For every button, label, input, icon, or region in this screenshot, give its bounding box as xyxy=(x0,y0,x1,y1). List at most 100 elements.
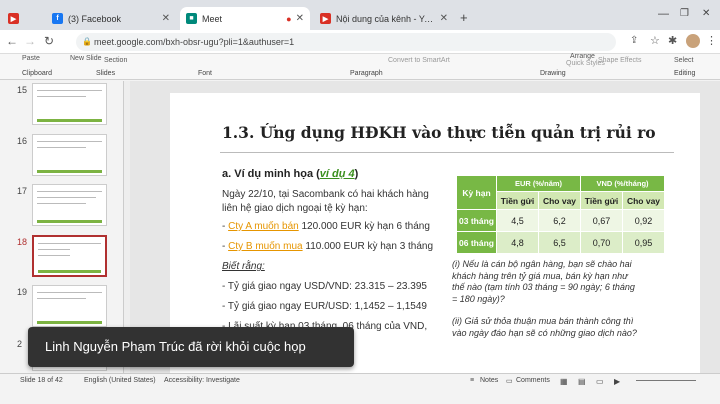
group-editing: Editing xyxy=(674,70,696,77)
tab-facebook[interactable]: f (3) Facebook ✕ xyxy=(46,7,176,30)
question-1-line: thế nào (tạm tính 03 tháng = 90 ngày; 6 … xyxy=(452,282,635,292)
normal-view-icon[interactable]: ▦ xyxy=(560,377,568,386)
language-status[interactable]: English (United States) xyxy=(84,377,156,384)
forward-icon[interactable]: → xyxy=(24,34,36,48)
arrange-button[interactable]: Arrange xyxy=(570,53,595,60)
extensions-icon[interactable]: ✱ xyxy=(668,34,677,47)
convert-smartart-button[interactable]: Convert to SmartArt xyxy=(388,57,450,64)
tab-meet[interactable]: ■ Meet ● ✕ xyxy=(180,7,310,30)
rate-usd-vnd: - Tỷ giá giao ngay USD/VND: 23.315 – 23.… xyxy=(222,281,427,292)
new-tab-button[interactable]: + xyxy=(460,10,468,25)
close-icon[interactable]: ✕ xyxy=(440,13,448,24)
slide-thumbnail[interactable] xyxy=(32,83,107,125)
url-field[interactable]: 🔒 meet.google.com/bxh-obsr-ugu?pli=1&aut… xyxy=(76,33,616,51)
tab-youtube-studio[interactable]: ▶ Nội dung của kênh - YouTube Stu ✕ xyxy=(314,7,454,30)
close-icon[interactable]: ✕ xyxy=(162,13,170,24)
table-row: 03 tháng 4,5 6,2 0,67 0,92 xyxy=(456,209,665,232)
reading-view-icon[interactable]: ▭ xyxy=(596,377,604,386)
share-icon[interactable]: ⇪ xyxy=(630,35,638,46)
url-text: meet.google.com/bxh-obsr-ugu?pli=1&authu… xyxy=(94,37,295,47)
row-header: 03 tháng xyxy=(456,209,497,232)
slide-sorter-icon[interactable]: ▤ xyxy=(578,377,586,386)
youtube-icon: ▶ xyxy=(8,13,19,24)
table-cell: 4,8 xyxy=(496,231,539,254)
recording-icon: ● xyxy=(286,13,292,24)
youtube-icon: ▶ xyxy=(320,13,331,24)
tab-label: Nội dung của kênh - YouTube Stu xyxy=(336,13,436,24)
address-bar: ← → ↻ 🔒 meet.google.com/bxh-obsr-ugu?pli… xyxy=(0,30,720,54)
table-cell: 0,95 xyxy=(622,231,665,254)
avatar[interactable] xyxy=(686,34,700,48)
tab-label: (3) Facebook xyxy=(68,13,122,24)
interest-rate-table: Kỳ hạn EUR (%/năm) VND (%/tháng) Tiền gử… xyxy=(456,175,665,254)
row-header: 06 tháng xyxy=(456,231,497,254)
close-icon[interactable]: ✕ xyxy=(296,13,304,24)
col-header: Tiền gửi xyxy=(580,191,623,210)
table-cell: 0,70 xyxy=(580,231,623,254)
company-a-text: Cty A muốn bán xyxy=(228,221,299,232)
reload-icon[interactable]: ↻ xyxy=(44,34,54,48)
company-b-detail: 110.000 EUR kỳ hạn 3 tháng xyxy=(302,241,434,252)
col-header: Cho vay xyxy=(538,191,581,210)
col-header: Tiền gửi xyxy=(496,191,539,210)
menu-icon[interactable]: ⋮ xyxy=(706,34,717,47)
col-header: Cho vay xyxy=(622,191,665,210)
example-link[interactable]: ví dụ 4 xyxy=(320,168,355,180)
question-2-line: vào ngày đáo hạn sẽ có những giao dịch n… xyxy=(452,327,637,338)
section-button[interactable]: Section xyxy=(104,57,127,64)
close-window-icon[interactable]: ✕ xyxy=(702,8,710,19)
table-cell: 6,5 xyxy=(538,231,581,254)
table-corner: Kỳ hạn xyxy=(456,175,497,210)
slide-number: 19 xyxy=(17,287,28,297)
group-paragraph: Paragraph xyxy=(350,70,383,77)
group-slides: Slides xyxy=(96,70,116,77)
back-icon[interactable]: ← xyxy=(6,34,18,48)
maximize-icon[interactable]: ❐ xyxy=(680,8,689,19)
table-cell: 4,5 xyxy=(496,209,539,232)
company-a-detail: 120.000 EUR kỳ hạn 6 tháng xyxy=(298,221,430,232)
select-button[interactable]: Select xyxy=(674,57,693,64)
slide-title[interactable]: 1.3. Ứng dụng HĐKH vào thực tiễn quản tr… xyxy=(222,123,656,142)
star-icon[interactable]: ☆ xyxy=(650,34,660,47)
question-2: (ii) Giả sử thỏa thuận mua bán thành côn… xyxy=(452,316,637,339)
group-header-eur: EUR (%/năm) xyxy=(496,175,581,192)
comments-icon[interactable]: ▭ xyxy=(506,377,513,385)
slide-thumbnail[interactable] xyxy=(32,285,107,327)
shape-effects-button[interactable]: Shape Effects xyxy=(598,57,641,64)
known-label: Biết rằng: xyxy=(222,261,265,272)
slide-thumbnail[interactable] xyxy=(32,134,107,176)
browser-tab-bar: ▶ f (3) Facebook ✕ ■ Meet ● ✕ ▶ Nội dung… xyxy=(0,0,720,30)
paste-button[interactable]: Paste xyxy=(22,55,40,62)
new-slide-button[interactable]: New Slide xyxy=(70,55,102,62)
question-1-line: (i) Nếu là cán bộ ngân hàng, bạn sẽ chào… xyxy=(452,259,632,269)
table-cell: 0,92 xyxy=(622,209,665,232)
slideshow-icon[interactable]: ▶ xyxy=(614,377,620,386)
notes-button[interactable]: Notes xyxy=(480,377,498,384)
ribbon: Paste New Slide Section Convert to Smart… xyxy=(0,53,720,80)
slide-number: 15 xyxy=(17,85,28,95)
notes-icon[interactable]: ≡ xyxy=(470,377,474,384)
question-2-line: (ii) Giả sử thỏa thuận mua bán thành côn… xyxy=(452,316,634,326)
participant-left-toast: Linh Nguyễn Phạm Trúc đã rời khỏi cuộc h… xyxy=(28,327,354,367)
item-company-a: - Cty A muốn bán 120.000 EUR kỳ hạn 6 th… xyxy=(222,221,430,232)
minimize-icon[interactable]: — xyxy=(658,8,669,20)
intro-line-2: liên hệ giao dịch ngoại tệ kỳ hạn: xyxy=(222,203,368,214)
meet-icon: ■ xyxy=(186,13,197,24)
table-row: 06 tháng 4,8 6,5 0,70 0,95 xyxy=(456,231,665,254)
accessibility-status[interactable]: Accessibility: Investigate xyxy=(164,377,240,384)
rate-eur-usd: - Tỷ giá giao ngay EUR/USD: 1,1452 – 1,1… xyxy=(222,301,427,312)
slide-thumbnail-selected[interactable] xyxy=(32,235,107,277)
comments-button[interactable]: Comments xyxy=(516,377,550,384)
slide-number: 18 xyxy=(17,237,28,247)
slide-counter: Slide 18 of 42 xyxy=(20,377,63,384)
tab-youtube-1[interactable]: ▶ xyxy=(2,7,28,30)
facebook-icon: f xyxy=(52,13,63,24)
heading-prefix: a. Ví dụ minh họa ( xyxy=(222,168,320,180)
group-header-vnd: VND (%/tháng) xyxy=(580,175,665,192)
tab-label: Meet xyxy=(202,13,223,24)
question-1: (i) Nếu là cán bộ ngân hàng, bạn sẽ chào… xyxy=(452,259,635,305)
slide-thumbnail[interactable] xyxy=(32,184,107,226)
group-font: Font xyxy=(198,70,213,77)
zoom-slider[interactable] xyxy=(636,380,696,381)
slide-number: 17 xyxy=(17,186,28,196)
